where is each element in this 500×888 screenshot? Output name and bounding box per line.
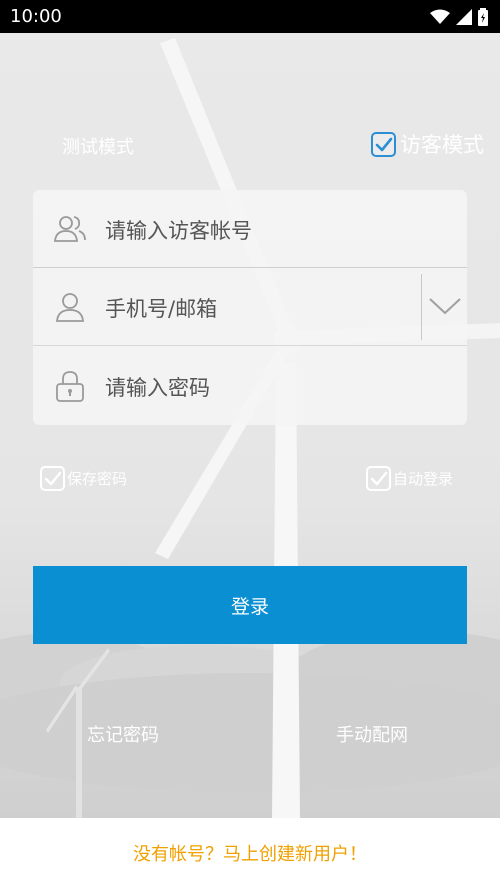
status-bar: 10:00 <box>0 0 500 33</box>
guest-mode-checkbox[interactable] <box>371 131 396 157</box>
footer: 没有帐号？马上创建新用户！ <box>0 818 500 888</box>
test-mode-toggle[interactable]: 测试模式 <box>62 133 134 159</box>
forgot-password-link[interactable]: 忘记密码 <box>87 721 159 747</box>
lock-icon <box>56 371 84 402</box>
dropdown-divider <box>421 274 422 340</box>
checkmark-icon <box>375 137 393 151</box>
password-field[interactable]: 请输入密码 <box>33 347 467 425</box>
save-password-option[interactable]: 保存密码 <box>40 466 127 491</box>
checkmark-icon <box>370 471 388 486</box>
status-icons <box>430 7 488 27</box>
status-time: 10:00 <box>10 6 62 27</box>
guest-account-field[interactable]: 请输入访客帐号 <box>33 190 467 268</box>
auto-login-checkbox[interactable] <box>366 466 391 491</box>
auto-login-option[interactable]: 自动登录 <box>366 466 453 491</box>
login-button[interactable]: 登录 <box>33 566 467 644</box>
users-icon <box>54 216 86 242</box>
guest-mode-label: 访客模式 <box>400 133 484 157</box>
guest-mode-toggle[interactable]: 访客模式 <box>371 129 484 159</box>
phone-email-field[interactable]: 手机号/邮箱 <box>33 268 467 346</box>
wifi-icon <box>430 9 450 24</box>
user-icon <box>56 293 84 322</box>
phone-email-input[interactable]: 手机号/邮箱 <box>105 293 217 323</box>
login-options: 保存密码 自动登录 <box>0 466 500 496</box>
mode-row: 测试模式 访客模式 <box>0 125 500 165</box>
chevron-down-icon[interactable] <box>427 288 463 324</box>
signal-icon <box>456 9 472 25</box>
save-password-label: 保存密码 <box>67 470 128 488</box>
auto-login-label: 自动登录 <box>393 470 454 488</box>
checkmark-icon <box>44 471 62 486</box>
register-link[interactable]: 没有帐号？马上创建新用户！ <box>133 840 367 866</box>
guest-account-input[interactable]: 请输入访客帐号 <box>105 215 252 245</box>
login-form: 请输入访客帐号 手机号/邮箱 请输入密码 <box>33 190 467 425</box>
password-input[interactable]: 请输入密码 <box>105 372 210 402</box>
battery-icon <box>478 8 488 26</box>
save-password-checkbox[interactable] <box>40 466 65 491</box>
manual-network-link[interactable]: 手动配网 <box>336 721 408 747</box>
